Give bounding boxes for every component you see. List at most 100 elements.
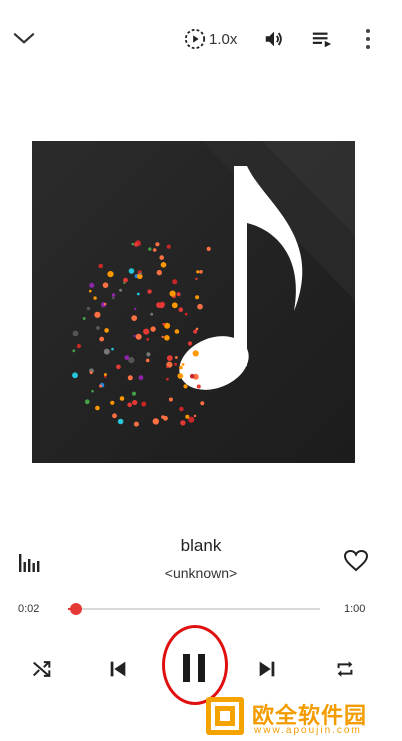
next-button[interactable] <box>253 655 281 683</box>
note-particle <box>197 303 203 310</box>
note-particle <box>206 246 211 251</box>
note-particle <box>174 362 177 366</box>
seek-bar-thumb[interactable] <box>70 603 82 615</box>
note-particle <box>146 338 150 341</box>
note-particle <box>150 326 156 332</box>
total-duration: 1:00 <box>344 603 366 615</box>
note-particle <box>124 355 130 360</box>
more-options-button[interactable] <box>357 24 379 54</box>
note-particle <box>163 415 168 421</box>
note-particle <box>95 326 100 330</box>
note-particle <box>196 270 200 274</box>
favorite-button[interactable] <box>342 547 370 575</box>
note-particle <box>123 277 128 283</box>
note-particle <box>178 307 184 312</box>
note-particle <box>152 248 157 252</box>
note-particle <box>199 270 203 274</box>
note-particle <box>148 247 152 251</box>
note-particle <box>119 396 125 401</box>
equalizer-button[interactable] <box>16 548 44 576</box>
note-particle <box>166 244 171 249</box>
skip-next-icon <box>259 661 275 677</box>
note-particle <box>133 421 139 427</box>
note-particle <box>195 327 199 331</box>
note-particle <box>176 292 181 297</box>
note-particle <box>119 288 123 292</box>
note-particle <box>94 311 101 318</box>
equalizer-icon <box>19 554 40 572</box>
note-particle <box>72 330 79 337</box>
note-particle <box>89 282 95 288</box>
playback-speed-label: 1.0x <box>209 30 238 48</box>
note-particle <box>150 312 154 316</box>
track-title: blank <box>180 536 222 555</box>
note-particle <box>102 282 109 288</box>
album-art <box>32 141 355 463</box>
note-particle <box>89 289 92 293</box>
note-particle <box>145 358 150 363</box>
note-particle <box>155 242 160 247</box>
note-particle <box>160 262 167 268</box>
music-note-artwork <box>32 141 355 463</box>
note-particle <box>168 397 173 402</box>
note-particle <box>171 302 178 309</box>
note-particle <box>166 355 173 361</box>
note-particle <box>131 242 135 246</box>
note-particle <box>93 296 97 300</box>
watermark: 欧全软件园 www.apoujin.com <box>200 692 402 741</box>
note-particle <box>189 373 195 379</box>
note-particle <box>112 413 117 419</box>
note-particle <box>192 350 199 357</box>
volume-icon <box>265 31 282 47</box>
note-particle <box>177 373 184 379</box>
note-particle <box>196 384 201 389</box>
note-particle <box>147 289 152 294</box>
note-particle <box>99 336 105 342</box>
note-particle <box>195 277 198 281</box>
previous-button[interactable] <box>104 655 132 683</box>
note-particle <box>86 306 91 311</box>
note-particle <box>193 414 197 418</box>
note-particle <box>183 384 188 389</box>
note-particle <box>158 302 165 309</box>
note-particle <box>181 363 185 366</box>
note-particle <box>91 389 94 393</box>
note-particle <box>136 292 140 296</box>
note-particle <box>72 372 78 379</box>
note-particle <box>99 384 103 388</box>
note-particle <box>174 329 180 334</box>
note-particle <box>135 333 142 340</box>
watermark-logo-icon <box>206 697 244 735</box>
note-particle <box>175 356 178 359</box>
playback-speed-icon <box>184 28 206 50</box>
note-particle <box>111 293 116 297</box>
collapse-button[interactable] <box>8 22 40 54</box>
shuffle-button[interactable] <box>28 655 56 683</box>
note-particle <box>89 371 93 375</box>
skip-previous-icon <box>110 661 126 677</box>
note-particle <box>104 375 107 379</box>
note-particle <box>107 271 114 278</box>
playback-speed-button[interactable]: 1.0x <box>184 24 237 54</box>
note-particle <box>139 272 142 275</box>
note-particle <box>117 418 124 425</box>
seek-bar[interactable] <box>68 608 320 610</box>
note-particle <box>162 322 166 326</box>
playlist-queue-icon <box>312 32 332 48</box>
repeat-button[interactable] <box>331 655 359 683</box>
note-particle <box>164 335 170 341</box>
note-particle <box>143 328 150 335</box>
note-particle <box>111 347 114 351</box>
note-particle <box>76 344 81 349</box>
note-particle <box>131 315 138 321</box>
queue-button[interactable] <box>308 24 336 54</box>
note-particle <box>179 406 184 412</box>
note-particle <box>172 279 178 285</box>
note-particle <box>72 349 76 353</box>
note-particle <box>103 348 110 355</box>
repeat-icon <box>337 661 353 677</box>
volume-button[interactable] <box>260 24 288 54</box>
note-particle <box>132 399 138 406</box>
more-vert-icon <box>366 29 370 49</box>
elapsed-time: 0:02 <box>18 603 40 615</box>
